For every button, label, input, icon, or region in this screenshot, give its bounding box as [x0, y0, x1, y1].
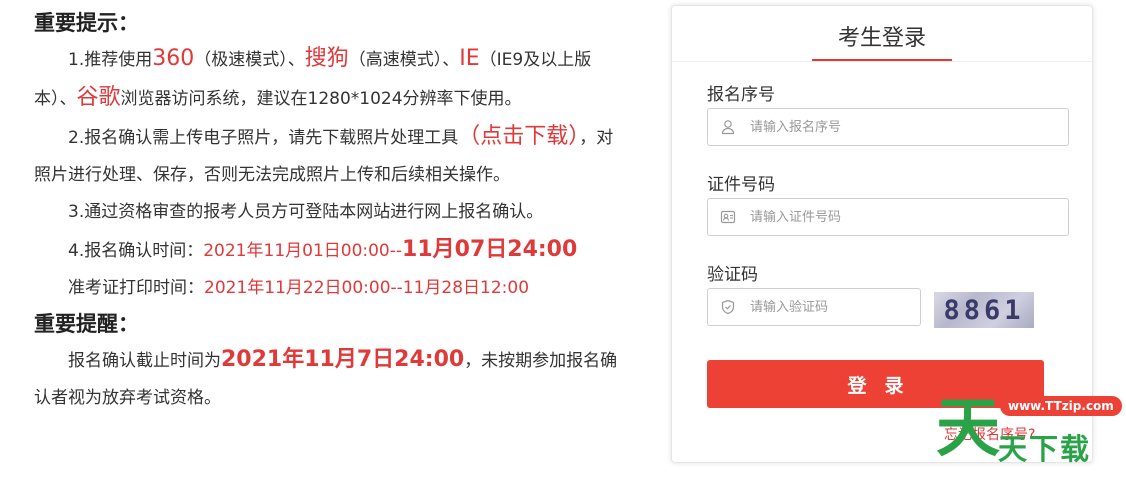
reminder-text: 报名确认截止时间为2021年11月7日24:00，未按期参加报名确认者视为放弃考… — [34, 341, 624, 417]
notice-item-3: 3.通过资格审查的报考人员方可登陆本网站进行网上报名确认。 — [68, 202, 544, 222]
notice-item-1: 1.推荐使用360（极速模式）、搜狗（高速模式）、IE（IE9及以上版本）、谷歌… — [34, 40, 624, 118]
notice-item-5: 准考证打印时间：2021年11月22日00:00--11月28日12:00 — [34, 270, 624, 307]
watermark-logo-char: 天 — [936, 392, 1000, 466]
download-tool-link[interactable]: （点击下载） — [458, 124, 579, 149]
notice-item-1-text: 1.推荐使用 — [68, 50, 153, 70]
watermark-site: www.TTzip.com — [1000, 396, 1122, 416]
reminder-text-1: 报名确认截止时间为 — [68, 351, 221, 371]
browser-sougou: 搜狗 — [304, 46, 349, 71]
watermark-text: 天下载 — [998, 432, 1092, 466]
notice-item-2-text: 2.报名确认需上传电子照片，请先下载照片处理工具 — [68, 128, 459, 148]
notice-item-1-text3: （高速模式）、 — [348, 50, 460, 70]
notice-item-4: 4.报名确认时间：2021年11月01日00:00--11月07日24:00 — [34, 231, 624, 270]
id-number-input[interactable] — [748, 208, 1068, 226]
id-number-label: 证件号码 — [707, 175, 775, 195]
reg-number-label: 报名序号 — [707, 85, 775, 105]
print-time-label: 准考证打印时间： — [68, 278, 204, 298]
captcha-label: 验证码 — [707, 265, 758, 285]
browser-chrome: 谷歌 — [76, 85, 121, 110]
id-card-icon — [720, 209, 736, 225]
captcha-field[interactable] — [707, 288, 922, 326]
captcha-input[interactable] — [748, 298, 922, 316]
reminder-deadline: 2021年11月7日24:00 — [221, 347, 465, 372]
reg-number-input[interactable] — [748, 118, 1068, 136]
notice-title: 重要提示： — [34, 11, 139, 35]
login-title: 考生登录 — [837, 26, 926, 51]
notice-item-1-text2: （极速模式）、 — [194, 50, 305, 70]
notice-item-2: 2.报名确认需上传电子照片，请先下载照片处理工具（点击下载），对照片进行处理、保… — [34, 118, 624, 194]
confirm-time-start: 2021年11月01日00:00-- — [203, 241, 403, 261]
confirm-time-end: 11月07日24:00 — [402, 237, 578, 262]
site-watermark: 天 www.TTzip.com 天下载 — [936, 388, 1122, 470]
id-number-field[interactable] — [707, 198, 1069, 236]
reminder-title: 重要提醒： — [34, 312, 139, 336]
notice-panel: 重要提示： 1.推荐使用360（极速模式）、搜狗（高速模式）、IE（IE9及以上… — [34, 6, 624, 417]
captcha-image[interactable]: 8861 — [934, 292, 1034, 328]
notice-item-1-text5: 浏览器访问系统，建议在1280*1024分辨率下使用。 — [120, 89, 522, 109]
title-divider — [672, 61, 1092, 62]
reg-number-field[interactable] — [707, 108, 1069, 146]
browser-ie: IE — [459, 46, 480, 71]
print-time-range: 2021年11月22日00:00--11月28日12:00 — [204, 278, 530, 298]
user-icon — [720, 119, 736, 135]
shield-icon — [720, 299, 736, 315]
browser-360: 360 — [152, 46, 195, 71]
confirm-time-label: 4.报名确认时间： — [68, 241, 204, 261]
